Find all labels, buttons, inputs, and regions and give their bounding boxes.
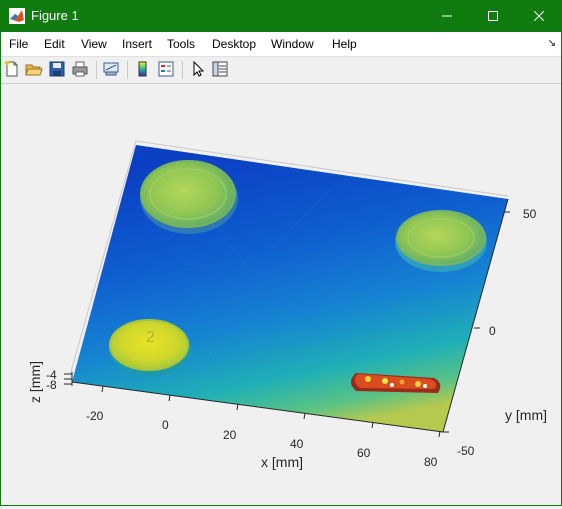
menu-bar: File Edit View Insert Tools Desktop Wind… — [0, 32, 562, 57]
print-icon[interactable] — [71, 60, 89, 78]
figure-canvas[interactable]: 2 -20 0 20 40 60 80 x [mm] 50 0 -50 y [m… — [0, 84, 560, 504]
x-axis-label: x [mm] — [261, 454, 303, 470]
x-tick-label: 20 — [223, 428, 237, 442]
menu-insert[interactable]: Insert — [122, 37, 152, 51]
minimize-icon — [442, 15, 452, 17]
minimize-button[interactable] — [424, 0, 470, 32]
figure-toolbar — [0, 57, 562, 84]
dock-arrow-icon[interactable]: ↘ — [548, 38, 556, 49]
title-bar: Figure 1 — [0, 0, 562, 32]
matlab-logo-icon — [9, 8, 25, 24]
x-tick-label: 60 — [357, 446, 371, 460]
toolbar-separator — [182, 61, 183, 79]
x-tick-label: 0 — [162, 418, 169, 432]
menu-desktop[interactable]: Desktop — [212, 37, 256, 51]
window-border — [0, 32, 1, 506]
svg-text:2: 2 — [146, 329, 155, 346]
menu-edit[interactable]: Edit — [44, 37, 65, 51]
x-tick-label: 80 — [424, 455, 438, 469]
save-icon[interactable] — [48, 60, 66, 78]
close-icon — [534, 11, 544, 21]
y-axis-label: y [mm] — [505, 407, 547, 423]
menu-view[interactable]: View — [81, 37, 107, 51]
y-tick-label: 0 — [489, 324, 496, 338]
coin-top-left — [140, 160, 238, 234]
surface-plot[interactable]: 2 -20 0 20 40 60 80 x [mm] 50 0 -50 y [m… — [0, 84, 560, 504]
y-tick-label: -50 — [457, 444, 475, 458]
coin-bottom-left: 2 — [109, 319, 191, 376]
property-inspector-icon[interactable] — [211, 60, 229, 78]
window-title: Figure 1 — [31, 8, 79, 23]
link-plot-icon[interactable] — [102, 60, 120, 78]
menu-window[interactable]: Window — [271, 37, 314, 51]
toolbar-separator — [96, 61, 97, 79]
z-axis-label: z [mm] — [27, 361, 43, 403]
menu-tools[interactable]: Tools — [167, 37, 195, 51]
legend-icon[interactable] — [157, 60, 175, 78]
menu-file[interactable]: File — [9, 37, 28, 51]
coin-top-right — [395, 210, 487, 272]
pointer-icon[interactable] — [189, 60, 207, 78]
z-tick-label: -8 — [46, 378, 57, 392]
maximize-icon — [488, 11, 498, 21]
y-tick-label: 50 — [523, 207, 537, 221]
x-tick-label: 40 — [290, 437, 304, 451]
surface — [72, 145, 508, 432]
x-tick-label: -20 — [86, 409, 104, 423]
maximize-button[interactable] — [470, 0, 516, 32]
open-icon[interactable] — [25, 60, 43, 78]
toolbar-separator — [127, 61, 128, 79]
colorbar-icon[interactable] — [134, 60, 152, 78]
new-figure-icon[interactable] — [3, 60, 21, 78]
z-axis — [64, 373, 72, 385]
close-button[interactable] — [516, 0, 562, 32]
menu-help[interactable]: Help — [332, 37, 357, 51]
